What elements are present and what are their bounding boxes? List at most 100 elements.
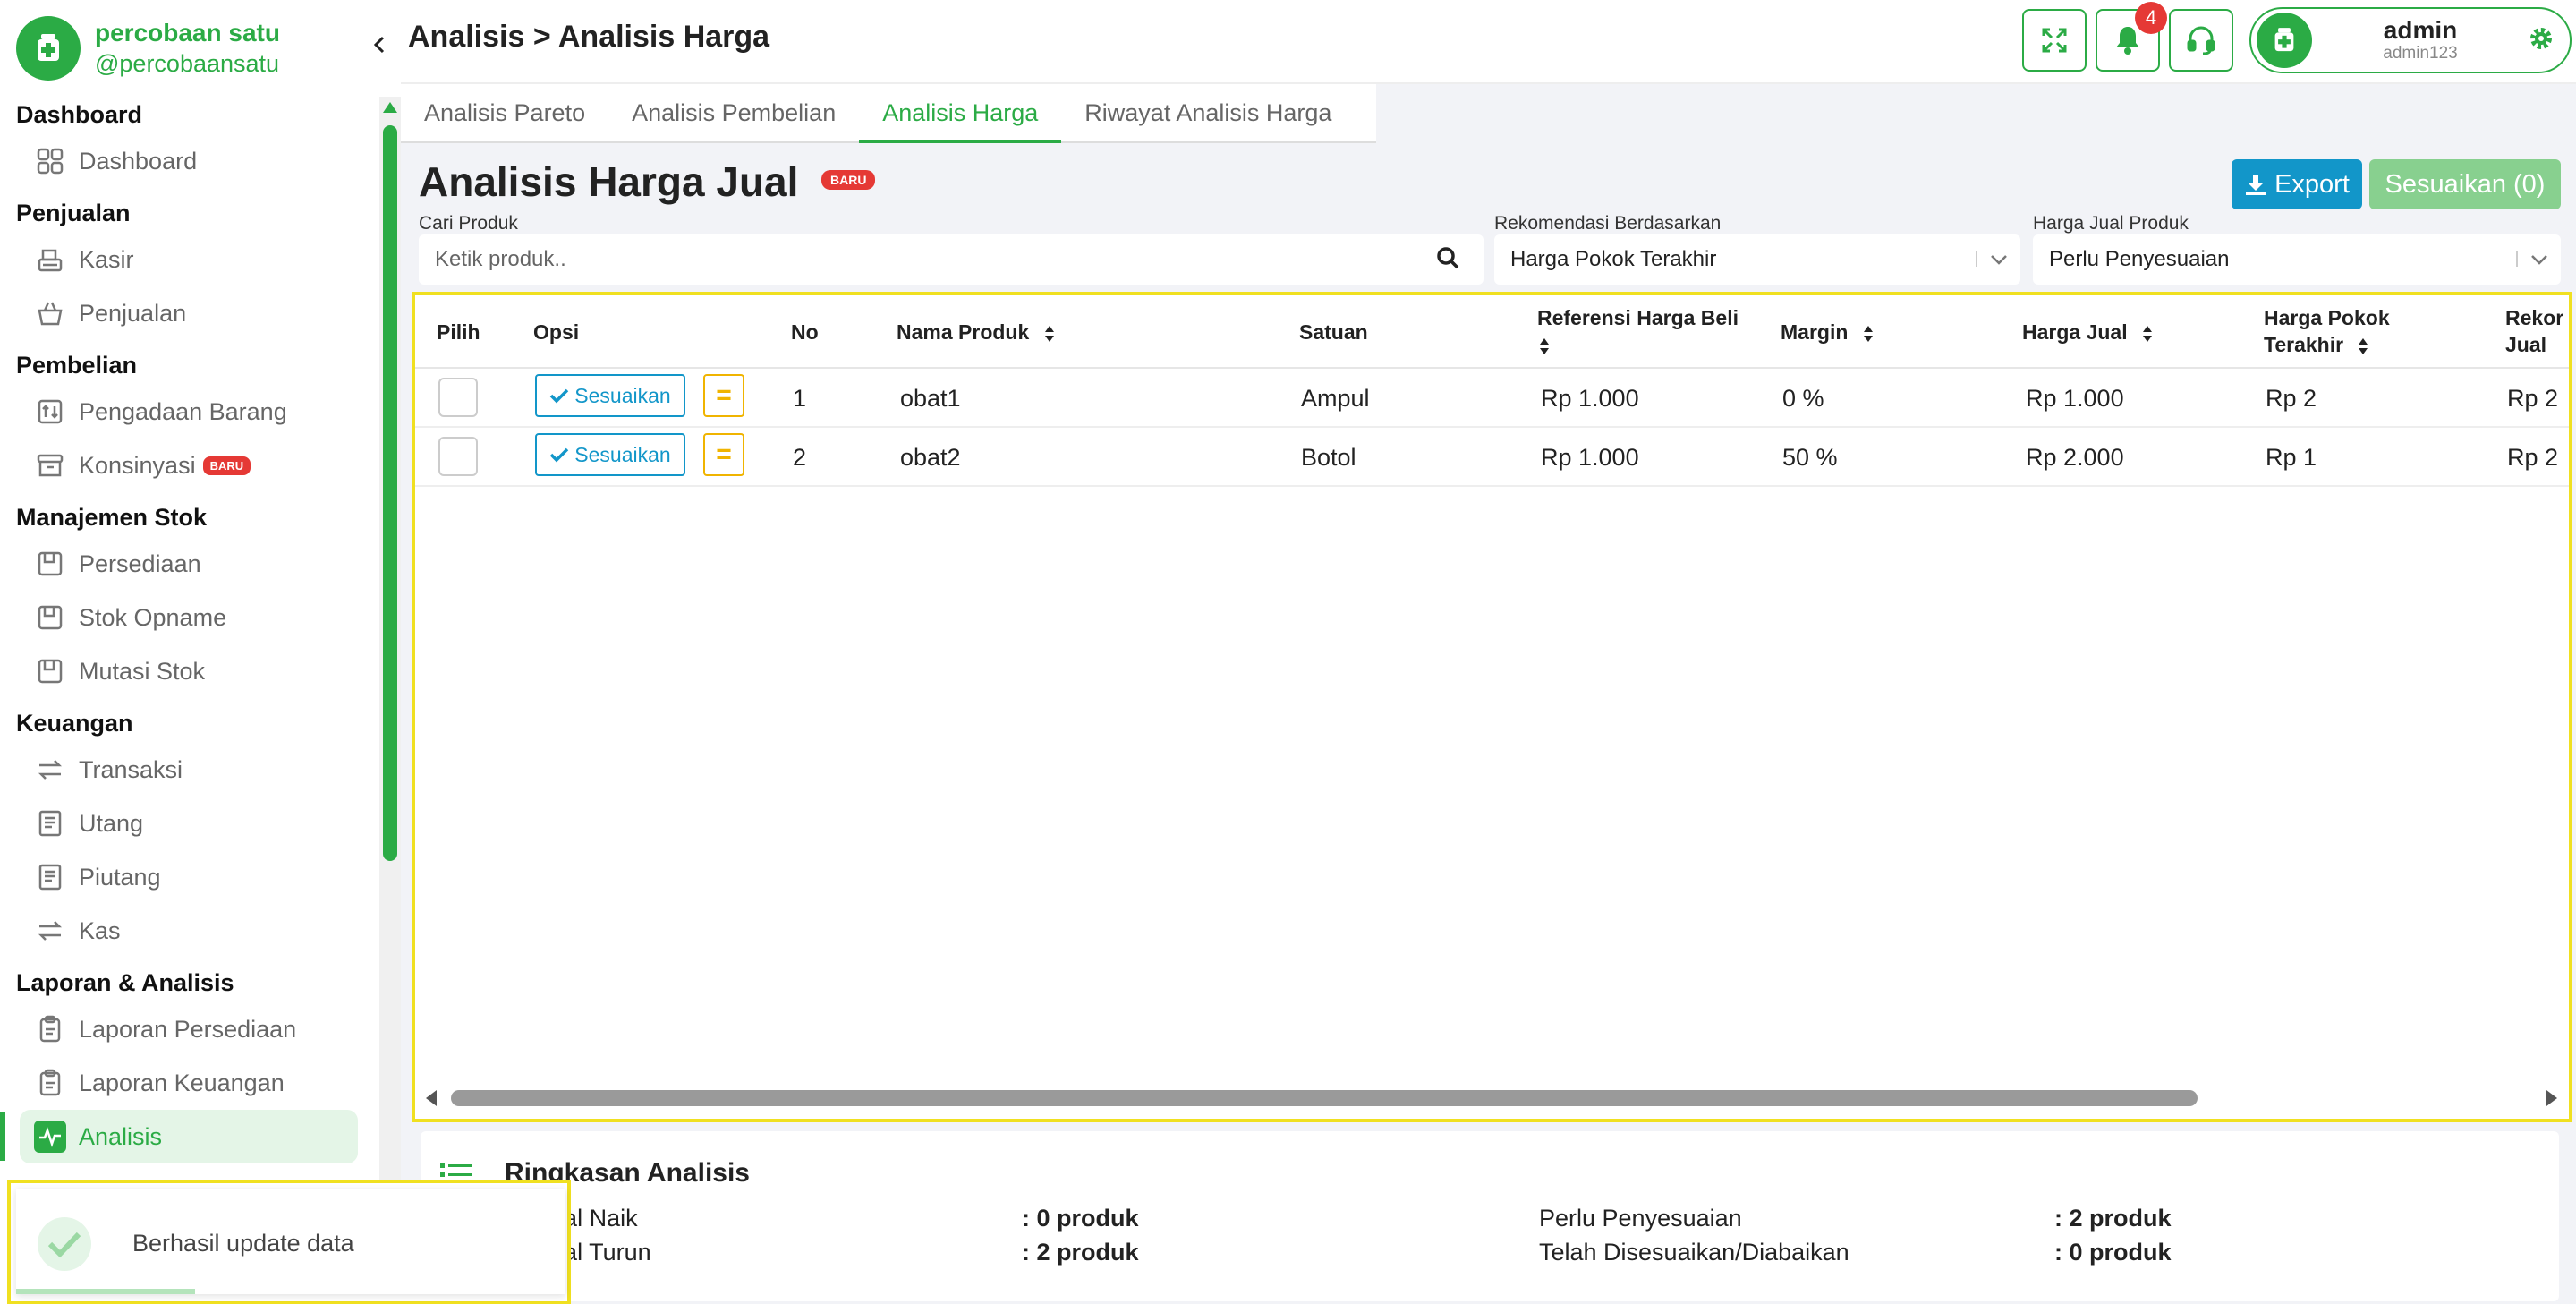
horizontal-scroll-thumb[interactable] xyxy=(451,1090,2198,1106)
sidebar-item-stok-opname[interactable]: Stok Opname xyxy=(0,591,376,644)
receipt-icon xyxy=(34,861,66,893)
adjust-price-button[interactable]: Sesuaikan xyxy=(535,374,685,417)
new-badge: BARU xyxy=(202,456,251,475)
tab-analisis-pembelian[interactable]: Analisis Pembelian xyxy=(608,84,859,143)
row-checkbox[interactable] xyxy=(438,378,478,417)
recommendation-value: Harga Pokok Terakhir xyxy=(1510,247,1717,271)
brand-name: percobaan satu xyxy=(95,19,280,47)
scroll-left-arrow-icon[interactable] xyxy=(426,1090,437,1106)
summary-value-naik: : 0 produk xyxy=(1022,1205,1139,1232)
col-opsi: Opsi xyxy=(533,320,580,344)
col-satuan: Satuan xyxy=(1299,320,1368,344)
sidebar-item-laporan-persediaan[interactable]: Laporan Persediaan xyxy=(0,1002,376,1056)
summary-label-disesuaikan: Telah Disesuaikan/Diabaikan xyxy=(1539,1239,1849,1266)
row-checkbox[interactable] xyxy=(438,437,478,476)
col-margin[interactable]: Margin xyxy=(1781,319,1874,345)
export-label: Export xyxy=(2274,169,2350,199)
sidebar-item-analisis[interactable]: Analisis xyxy=(20,1110,358,1163)
sidebar-item-kasir[interactable]: Kasir xyxy=(0,233,376,286)
user-menu[interactable]: admin admin123 xyxy=(2249,7,2572,73)
grid-icon xyxy=(34,145,66,177)
col-harga-jual[interactable]: Harga Jual xyxy=(2022,319,2153,345)
inventory-icon xyxy=(34,548,66,580)
table-header: Pilih Opsi No Nama Produk Satuan Referen… xyxy=(415,295,2569,369)
ignore-button[interactable]: = xyxy=(703,433,744,476)
scroll-up-arrow-icon[interactable] xyxy=(383,102,397,113)
cell-satuan: Botol xyxy=(1301,444,1356,471)
cell-satuan: Ampul xyxy=(1301,385,1370,412)
expand-icon xyxy=(2042,28,2067,53)
sidebar-item-label: Piutang xyxy=(79,863,161,891)
table-row: Sesuaikan = 2 obat2 Botol Rp 1.000 50 % … xyxy=(415,428,2569,487)
nav-section-penjualan: Penjualan xyxy=(16,200,131,226)
check-icon xyxy=(550,447,569,463)
support-button[interactable] xyxy=(2169,9,2233,72)
tab-riwayat-analisis-harga[interactable]: Riwayat Analisis Harga xyxy=(1061,84,1355,143)
price-filter-label: Harga Jual Produk xyxy=(2033,213,2189,234)
sidebar-item-pengadaan-barang[interactable]: Pengadaan Barang xyxy=(0,385,376,439)
col-label: Terakhir xyxy=(2264,333,2344,356)
sort-icon[interactable] xyxy=(1044,325,1055,343)
user-username: admin123 xyxy=(2383,44,2458,63)
toast-notification[interactable]: Berhasil update data xyxy=(7,1180,571,1304)
bulk-adjust-button[interactable]: Sesuaikan (0) xyxy=(2369,159,2561,209)
export-button[interactable]: Export xyxy=(2232,159,2362,209)
sort-icon[interactable] xyxy=(2142,325,2153,343)
brand[interactable]: percobaan satu @percobaansatu xyxy=(16,16,280,81)
fullscreen-button[interactable] xyxy=(2022,9,2087,72)
col-label: Harga Pokok xyxy=(2264,306,2390,329)
tab-analisis-pareto[interactable]: Analisis Pareto xyxy=(401,84,608,143)
sidebar-item-penjualan[interactable]: Penjualan xyxy=(0,286,376,340)
sidebar-scroll-thumb[interactable] xyxy=(383,125,397,861)
sort-icon[interactable] xyxy=(2358,337,2368,355)
sidebar-item-transaksi[interactable]: Transaksi xyxy=(0,743,376,797)
search-label: Cari Produk xyxy=(419,213,518,234)
nav-section-manajemen-stok: Manajemen Stok xyxy=(16,504,208,531)
tab-analisis-harga[interactable]: Analisis Harga xyxy=(859,84,1062,143)
adjust-price-button[interactable]: Sesuaikan xyxy=(535,433,685,476)
avatar xyxy=(2257,13,2312,68)
price-filter-select[interactable]: Perlu Penyesuaian xyxy=(2033,234,2561,285)
cell-nama-produk: obat1 xyxy=(900,385,961,412)
pharmacy-logo-icon xyxy=(2274,28,2294,52)
summary-value-disesuaikan: : 0 produk xyxy=(2054,1239,2172,1266)
sidebar-item-kas[interactable]: Kas xyxy=(0,904,376,958)
col-label: Referensi Harga Beli xyxy=(1537,306,1739,329)
recommendation-select[interactable]: Harga Pokok Terakhir xyxy=(1494,234,2020,285)
sidebar-item-mutasi-stok[interactable]: Mutasi Stok xyxy=(0,644,376,698)
sidebar-item-laporan-keuangan[interactable]: Laporan Keuangan xyxy=(0,1056,376,1110)
gear-icon xyxy=(2530,27,2552,49)
sidebar-item-konsinyasi[interactable]: Konsinyasi BARU xyxy=(0,439,376,492)
sidebar-item-dashboard[interactable]: Dashboard xyxy=(0,134,376,188)
box-icon xyxy=(34,449,66,482)
sidebar-item-utang[interactable]: Utang xyxy=(0,797,376,850)
sidebar-item-label: Laporan Persediaan xyxy=(79,1015,297,1043)
table-row: Sesuaikan = 1 obat1 Ampul Rp 1.000 0 % R… xyxy=(415,369,2569,428)
ignore-button[interactable]: = xyxy=(703,374,744,417)
notifications-button[interactable]: 4 xyxy=(2096,2,2167,72)
settings-gear-button[interactable] xyxy=(2529,26,2554,55)
col-harga-pokok-terakhir[interactable]: Harga Pokok Terakhir xyxy=(2264,304,2390,358)
search-button[interactable] xyxy=(1435,245,1460,275)
summary-value-perlu: : 2 produk xyxy=(2054,1205,2172,1232)
collapse-sidebar-button[interactable] xyxy=(369,30,390,59)
chevron-down-icon xyxy=(1988,249,2010,277)
col-nama-produk[interactable]: Nama Produk xyxy=(897,319,1055,345)
col-label: Rekor xyxy=(2505,306,2564,329)
col-referensi-harga-beli[interactable]: Referensi Harga Beli xyxy=(1537,304,1739,358)
sidebar-item-piutang[interactable]: Piutang xyxy=(0,850,376,904)
search-input[interactable] xyxy=(435,247,1401,272)
user-name: admin xyxy=(2383,16,2458,44)
nav-section-laporan-analisis: Laporan & Analisis xyxy=(16,969,234,996)
sidebar-item-persediaan[interactable]: Persediaan xyxy=(0,537,376,591)
nav-section-dashboard: Dashboard xyxy=(16,101,143,128)
toast-progress-bar xyxy=(16,1289,195,1294)
notification-count-badge: 4 xyxy=(2135,2,2167,34)
sort-icon[interactable] xyxy=(1539,337,1550,355)
cell-harga-jual: Rp 1.000 xyxy=(2026,385,2124,412)
nav-section-keuangan: Keuangan xyxy=(16,710,133,737)
sort-icon[interactable] xyxy=(1863,325,1874,343)
scroll-right-arrow-icon[interactable] xyxy=(2546,1090,2557,1106)
col-rekomendasi-harga-jual: Rekor Jual xyxy=(2505,304,2563,358)
sidebar-item-label: Laporan Keuangan xyxy=(79,1069,285,1096)
